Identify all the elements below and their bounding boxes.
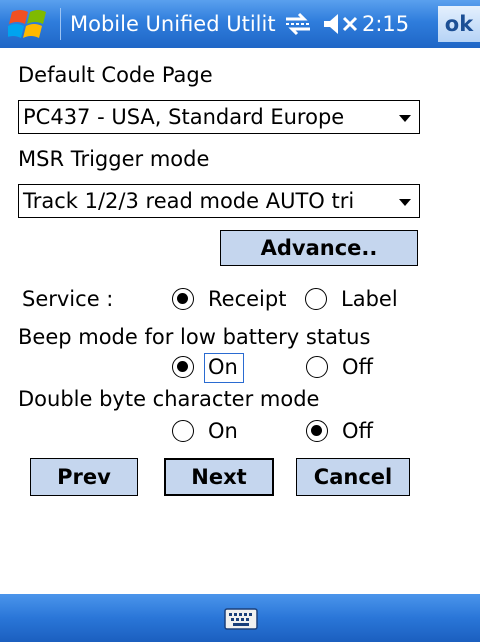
keyboard-icon[interactable] xyxy=(224,608,258,630)
advance-button[interactable]: Advance.. xyxy=(220,230,418,266)
service-receipt-radio[interactable] xyxy=(172,288,194,310)
msr-trigger-select[interactable]: Track 1/2/3 read mode AUTO tri xyxy=(18,184,420,218)
beep-mode-label: Beep mode for low battery status xyxy=(18,325,371,349)
msr-trigger-label: MSR Trigger mode xyxy=(18,147,210,171)
connectivity-icon[interactable] xyxy=(282,11,314,37)
prev-button[interactable]: Prev xyxy=(30,458,138,496)
beep-on-radio[interactable] xyxy=(172,356,194,378)
clock[interactable]: 2:15 xyxy=(362,10,409,38)
cancel-button[interactable]: Cancel xyxy=(296,458,410,496)
title-bar: Mobile Unified Utilit 2:15 ok xyxy=(0,0,480,48)
double-byte-off-label: Off xyxy=(342,419,373,443)
title-separator xyxy=(60,8,61,40)
radio-selected-dot xyxy=(311,425,322,436)
volume-muted-icon[interactable] xyxy=(322,12,360,36)
service-label-radio[interactable] xyxy=(305,288,327,310)
beep-off-label: Off xyxy=(342,355,373,379)
service-label: Service : xyxy=(22,287,114,311)
beep-on-label: On xyxy=(208,355,238,379)
chevron-down-icon[interactable] xyxy=(399,115,411,122)
ok-button[interactable]: ok xyxy=(438,6,480,42)
app-title: Mobile Unified Utilit xyxy=(70,12,276,36)
double-byte-off-radio[interactable] xyxy=(306,420,328,442)
radio-selected-dot xyxy=(177,293,188,304)
double-byte-label: Double byte character mode xyxy=(18,387,320,411)
msr-trigger-value: Track 1/2/3 read mode AUTO tri xyxy=(23,189,355,213)
windows-logo-icon[interactable] xyxy=(8,6,52,42)
service-receipt-label: Receipt xyxy=(208,287,287,311)
beep-off-radio[interactable] xyxy=(306,356,328,378)
bottom-menu-bar xyxy=(0,594,480,642)
double-byte-on-radio[interactable] xyxy=(172,420,194,442)
next-button[interactable]: Next xyxy=(164,458,274,496)
double-byte-on-label: On xyxy=(208,419,238,443)
chevron-down-icon[interactable] xyxy=(399,199,411,206)
code-page-label: Default Code Page xyxy=(18,63,213,87)
code-page-select[interactable]: PC437 - USA, Standard Europe xyxy=(18,100,420,134)
code-page-value: PC437 - USA, Standard Europe xyxy=(23,105,345,129)
radio-selected-dot xyxy=(177,361,188,372)
service-label-option-label: Label xyxy=(341,287,398,311)
